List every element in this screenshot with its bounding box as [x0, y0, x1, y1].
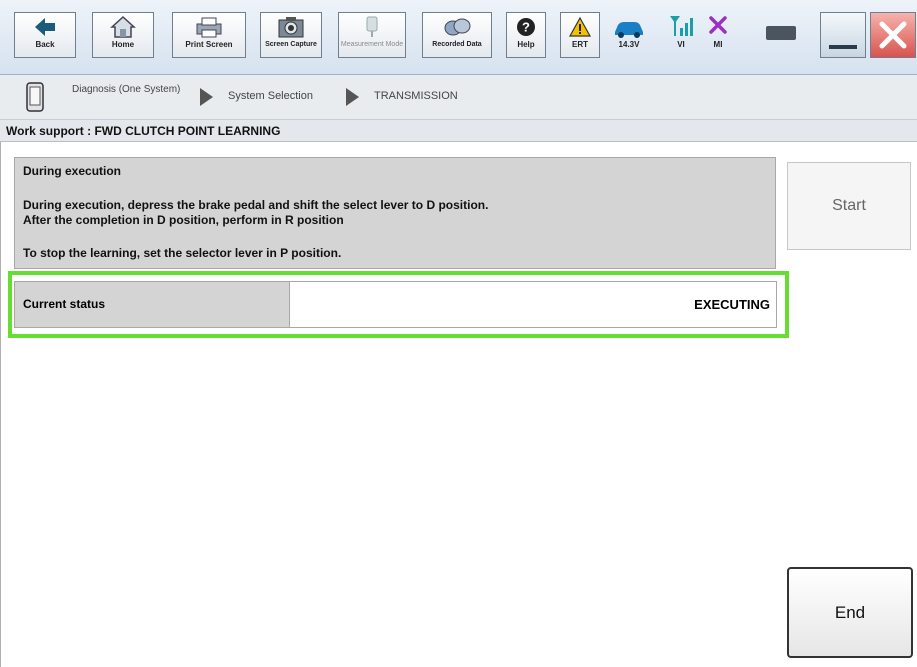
voltage-status: 14.3V [612, 18, 646, 49]
minimize-icon [829, 45, 857, 49]
instructions-line-2: After the completion in D position, perf… [23, 213, 344, 227]
svg-text:?: ? [522, 20, 530, 35]
breadcrumb-transmission: TRANSMISSION [374, 90, 458, 102]
screen-capture-button[interactable]: Screen Capture [260, 12, 322, 58]
breadcrumb: Diagnosis (One System) System Selection … [0, 75, 917, 120]
back-button[interactable]: Back [14, 12, 76, 58]
toolbar: Back Home Print Screen Screen Capture Me… [0, 0, 917, 75]
instructions-line-1: During execution, depress the brake peda… [23, 198, 489, 212]
measurement-mode-button[interactable]: Measurement Mode [338, 12, 406, 58]
mi-label: MI [713, 40, 723, 49]
vi-status: VI [668, 14, 694, 49]
camera-icon [277, 13, 305, 41]
home-icon [110, 13, 136, 41]
start-button[interactable]: Start [787, 162, 911, 250]
breadcrumb-arrow-icon [200, 88, 213, 106]
instructions-line-3: To stop the learning, set the selector l… [23, 246, 342, 260]
close-button[interactable] [870, 12, 916, 58]
back-label: Back [35, 40, 55, 49]
print-screen-label: Print Screen [185, 40, 233, 49]
help-button[interactable]: ? Help [506, 12, 546, 58]
device-icon [26, 82, 44, 112]
breadcrumb-diagnosis[interactable]: Diagnosis (One System) [72, 84, 182, 95]
screen-capture-label: Screen Capture [265, 41, 317, 48]
home-label: Home [111, 40, 135, 49]
printer-icon [194, 13, 224, 41]
left-border [0, 142, 1, 667]
home-button[interactable]: Home [92, 12, 154, 58]
ert-button[interactable]: ERT [560, 12, 600, 58]
status-highlight-frame [8, 271, 789, 338]
back-arrow-icon [33, 13, 57, 41]
ert-label: ERT [572, 40, 588, 49]
measurement-icon [362, 13, 382, 41]
measurement-mode-label: Measurement Mode [340, 41, 404, 48]
help-icon: ? [515, 13, 537, 41]
breadcrumb-system-selection[interactable]: System Selection [228, 90, 313, 102]
page-title: Work support : FWD CLUTCH POINT LEARNING [0, 120, 917, 142]
vi-label: VI [677, 40, 685, 49]
voltage-value: 14.3V [618, 40, 640, 49]
recorded-data-icon [443, 13, 471, 41]
end-button[interactable]: End [787, 567, 913, 658]
mi-status: MI [707, 14, 729, 49]
print-screen-button[interactable]: Print Screen [172, 12, 246, 58]
instructions-heading: During execution [23, 164, 122, 178]
help-label: Help [517, 40, 535, 49]
recorded-data-label: Recorded Data [432, 41, 482, 48]
instructions-panel: During execution During execution, depre… [14, 157, 776, 269]
disconnect-x-icon [709, 16, 727, 34]
breadcrumb-arrow-icon [346, 88, 359, 106]
recorded-data-button[interactable]: Recorded Data [422, 12, 492, 58]
minimize-button[interactable] [820, 12, 866, 58]
close-icon [879, 21, 907, 49]
signal-icon [670, 16, 693, 36]
warning-icon [568, 13, 592, 41]
battery-indicator [766, 26, 796, 40]
car-icon [615, 22, 643, 38]
